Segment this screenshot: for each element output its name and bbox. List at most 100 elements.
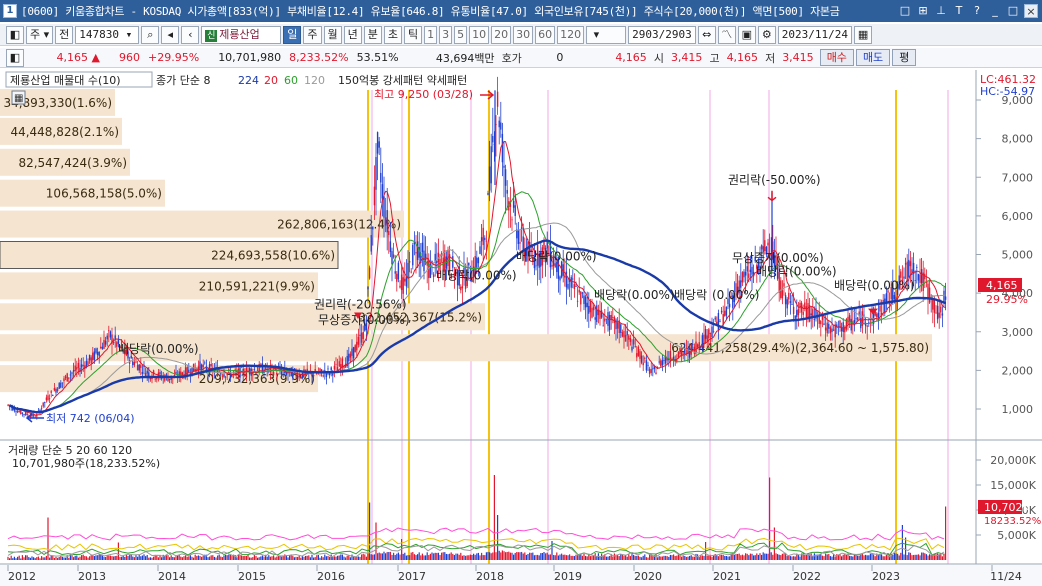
candle-body [522, 236, 524, 250]
interval-10-button[interactable]: 10 [469, 25, 490, 44]
calendar-icon[interactable]: ▦ [854, 25, 873, 44]
volume-value-readout: 10,701,980주(18,233.52%) [12, 457, 160, 470]
window-link-icon[interactable]: ⊞ [916, 4, 930, 18]
period-minute-button[interactable]: 분 [363, 25, 382, 44]
candle-body [583, 295, 585, 305]
range-select[interactable]: 전 [55, 25, 74, 44]
period-day-button[interactable]: 일 [283, 25, 302, 44]
candle-body [159, 372, 161, 375]
data-count-field[interactable]: 2903/2903 [628, 25, 696, 44]
window-maximize-button[interactable]: □ [1006, 4, 1020, 18]
sell-button[interactable]: 매도 [855, 49, 891, 66]
candle-body [848, 315, 851, 323]
candle-body [543, 241, 545, 250]
buy-button[interactable]: 매수 [819, 49, 854, 66]
candle-body [16, 410, 19, 413]
candle-body [828, 323, 830, 329]
candle-body [820, 320, 822, 325]
interval-3-button[interactable]: 3 [439, 25, 453, 44]
candle-body [564, 275, 566, 278]
candle-body [852, 321, 854, 323]
candle-body [60, 382, 62, 388]
info-toggle-icon[interactable]: ◧ [6, 48, 24, 67]
period-tick-button[interactable]: 틱 [404, 25, 423, 44]
candle-body [725, 306, 728, 316]
search-icon[interactable]: ⌕ [141, 25, 160, 44]
save-icon[interactable]: ▣ [737, 25, 756, 44]
candle-body [103, 340, 105, 349]
candle-body [226, 373, 228, 376]
interval-20-button[interactable]: 20 [491, 25, 512, 44]
candle-body [253, 369, 256, 371]
interval-60-button[interactable]: 60 [535, 25, 556, 44]
candle-body [223, 374, 225, 377]
candle-body [100, 346, 102, 349]
event-label: 배당락(0.00%) [118, 342, 199, 356]
candle-body [362, 331, 364, 339]
stock-code-input[interactable]: 147830 ▾ [75, 25, 140, 44]
candle-body [576, 300, 579, 302]
candle-body [154, 378, 156, 380]
candle-body [199, 361, 201, 369]
candle-body [908, 259, 910, 278]
candle-body [535, 265, 537, 267]
candle-body [380, 172, 382, 183]
event-label: 배당락(0.00%) [516, 249, 597, 263]
candle-body [498, 120, 500, 128]
interval-1-button[interactable]: 1 [424, 25, 438, 44]
interval-dropdown[interactable]: ▾ [586, 25, 627, 44]
interval-30-button[interactable]: 30 [513, 25, 534, 44]
stock-chart[interactable]: 34,893,330(1.6%)44,448,828(2.1%)82,547,4… [0, 70, 1042, 586]
time-label: 2014 [158, 570, 186, 583]
candle-body [360, 332, 363, 343]
chart-area[interactable]: 34,893,330(1.6%) 44,448,828(2.1%) 82,547,4… [0, 70, 1042, 586]
candle-body [64, 376, 67, 378]
window-help-icon[interactable]: ? [970, 4, 984, 18]
candle-body [517, 230, 520, 244]
prev-stock-icon[interactable]: ‹ [181, 25, 200, 44]
event-label: 배당락(0.00%) [436, 269, 517, 283]
candle-body [506, 189, 508, 194]
candle-body [636, 353, 638, 358]
hoga-value: 0 [556, 51, 564, 64]
period-year-button[interactable]: 년 [343, 25, 362, 44]
candle-body [829, 327, 832, 334]
candle-body [608, 315, 611, 331]
title-bar: 1 [0600] 키움종합차트 - KOSDAQ 시가총액[833(억)] 부채… [0, 0, 1042, 22]
interval-5-button[interactable]: 5 [454, 25, 468, 44]
period-week-button[interactable]: 주 [303, 25, 322, 44]
settings-gear-icon[interactable]: ⚙ [757, 25, 776, 44]
sidebar-toggle-icon[interactable]: ◧ [6, 25, 24, 44]
time-label: 2012 [8, 570, 36, 583]
window-close-button[interactable]: × [1024, 4, 1038, 18]
candle-body [460, 286, 462, 291]
candle-body [794, 315, 796, 319]
candle-body [383, 196, 385, 218]
period-month-button[interactable]: 월 [323, 25, 342, 44]
eval-button[interactable]: 평 [892, 49, 917, 66]
candle-body [920, 269, 923, 284]
date-field[interactable]: 2023/11/24 [777, 25, 853, 44]
window-number: 1 [3, 4, 17, 18]
event-label: 배당락 [674, 288, 707, 302]
price-tick-label: 5,000 [1002, 249, 1034, 262]
period-second-button[interactable]: 초 [383, 25, 403, 44]
candle-body [698, 342, 700, 347]
window-text-icon[interactable]: T [952, 4, 966, 18]
interval-120-button[interactable]: 120 [557, 25, 585, 44]
candle-body [101, 346, 104, 350]
window-minimize-button[interactable]: _ [988, 4, 1002, 18]
candle-body [359, 334, 361, 336]
speaker-icon[interactable]: ◂ [161, 25, 180, 44]
candle-body [663, 360, 665, 361]
window-title: [0600] 키움종합차트 - KOSDAQ 시가총액[833(억)] 부채비율… [21, 5, 840, 18]
chart-type-icon[interactable]: 〽 [717, 25, 736, 44]
stock-name-field[interactable]: 신 제룡산업 [201, 25, 282, 44]
candle-body [584, 296, 587, 308]
window-pin-icon[interactable]: ⊥ [934, 4, 948, 18]
market-select[interactable]: 주 ▾ [26, 25, 54, 44]
chart-scroll-icon[interactable]: ⇔ [697, 25, 716, 44]
candle-body [831, 328, 833, 332]
window-screen-icon[interactable]: □ [898, 4, 912, 18]
candle-body [788, 292, 790, 300]
